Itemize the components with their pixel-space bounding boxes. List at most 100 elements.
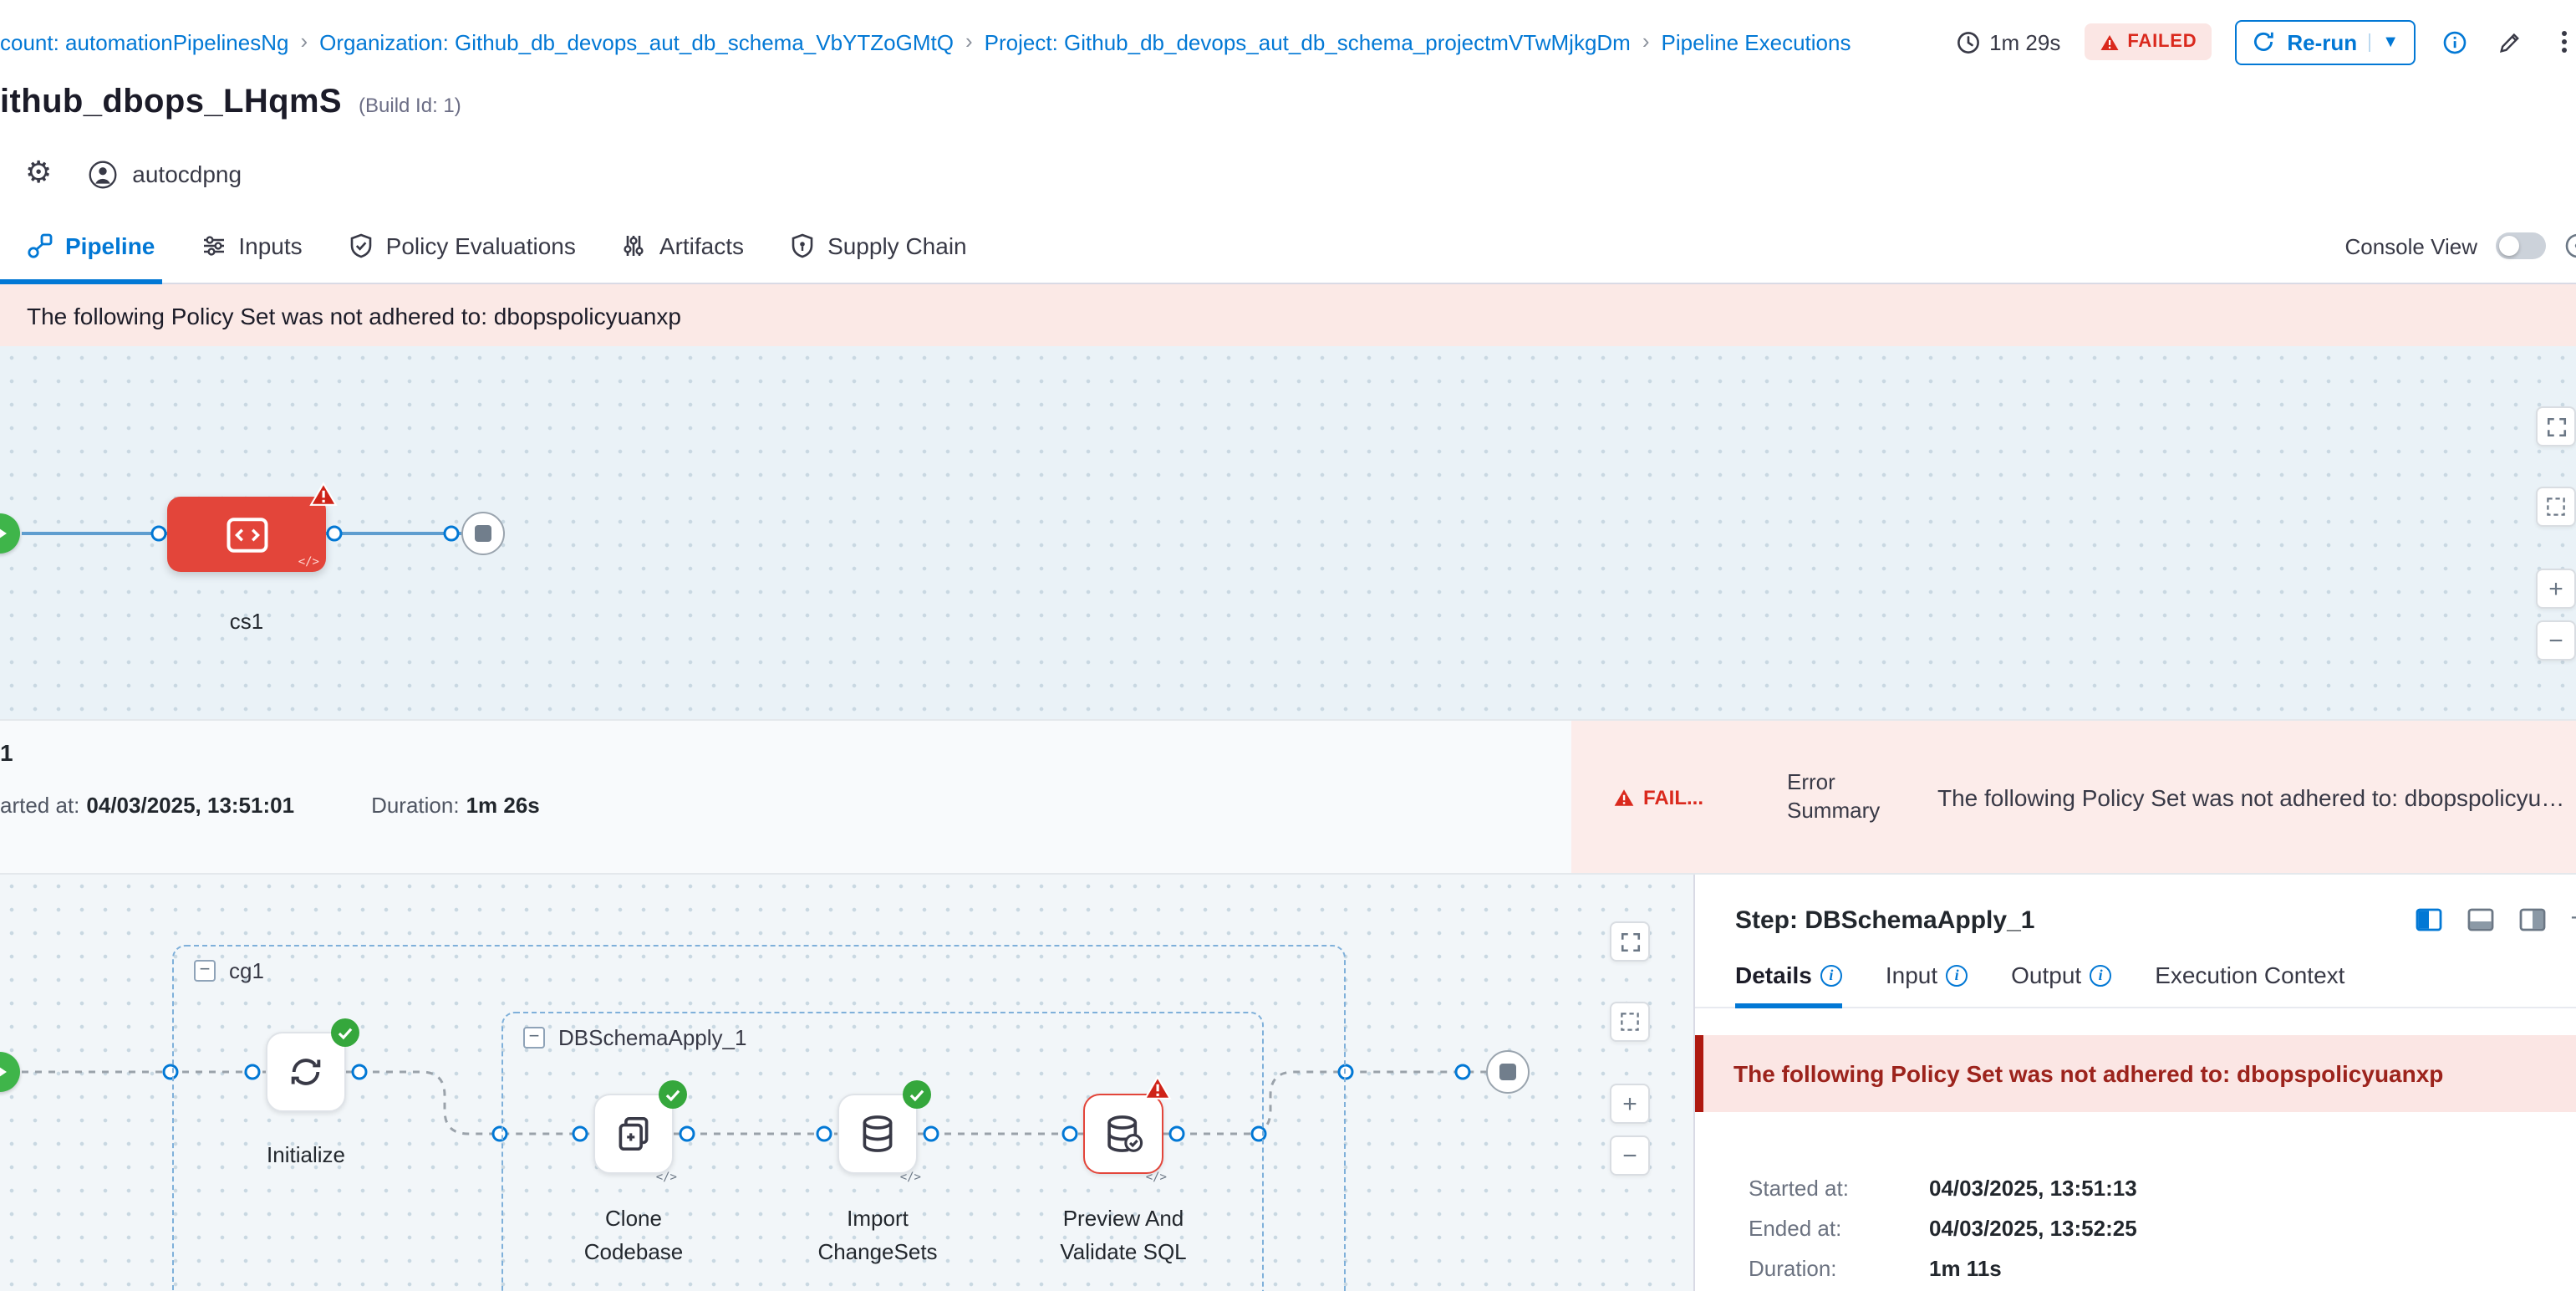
execution-canvas[interactable]: − cg1 − DBSchemaApply_1 Initialize <box>0 875 1695 1291</box>
rerun-button-label: Re-run <box>2287 29 2357 54</box>
stage-node-cs1[interactable]: </> <box>167 497 326 572</box>
minimize-panel-icon[interactable]: − <box>2570 905 2576 935</box>
sync-icon <box>284 1050 328 1094</box>
console-view-toggle[interactable] <box>2496 232 2546 259</box>
pipeline-connectors <box>0 346 2576 719</box>
policy-violation-alert: The following Policy Set was not adhered… <box>1695 1035 2576 1112</box>
more-options-button[interactable] <box>2549 25 2576 59</box>
select-region-button[interactable] <box>1610 1002 1650 1042</box>
tab-details[interactable]: Details i <box>1735 962 1842 1007</box>
stage-node-label: cs1 <box>167 605 326 638</box>
failure-warning-icon <box>1143 1075 1172 1100</box>
inputs-icon <box>200 232 227 259</box>
fullscreen-button[interactable] <box>2536 406 2576 446</box>
field-label: Ended at: <box>1749 1216 1929 1241</box>
breadcrumb-organization[interactable]: Organization: Github_db_devops_aut_db_sc… <box>319 29 954 54</box>
tab-policy-evaluations[interactable]: Policy Evaluations <box>348 209 576 283</box>
shield-icon <box>789 232 816 259</box>
select-region-button[interactable] <box>2536 487 2576 527</box>
breadcrumb-project[interactable]: Project: Github_db_devops_aut_db_schema_… <box>985 29 1631 54</box>
layout-bottom-icon[interactable] <box>2467 908 2493 931</box>
collapse-icon[interactable]: − <box>523 1027 545 1049</box>
warning-icon <box>1613 787 1635 807</box>
code-icon: </> <box>900 1171 921 1184</box>
zoom-in-button[interactable]: + <box>1610 1084 1650 1124</box>
pipeline-icon <box>27 232 53 259</box>
gear-icon[interactable]: ⚙ <box>25 159 52 189</box>
breadcrumb-pipeline-executions[interactable]: Pipeline Executions <box>1662 29 1851 54</box>
success-check-icon <box>903 1080 931 1109</box>
layout-left-icon[interactable] <box>2415 908 2441 931</box>
field-value: 1m 11s <box>1929 1256 2576 1281</box>
tab-output-label: Output <box>2011 962 2081 988</box>
chevron-right-icon: › <box>965 29 973 53</box>
zoom-out-button[interactable]: − <box>2536 620 2576 661</box>
chevron-down-icon[interactable]: ▼ <box>2369 33 2399 51</box>
step-node-import-changesets[interactable]: </> <box>837 1094 918 1174</box>
stage-name: 1 <box>0 739 1571 766</box>
app-window: count: automationPipelinesNg › Organizat… <box>0 0 2576 1291</box>
marquee-icon <box>2544 495 2568 518</box>
stop-icon <box>475 525 491 542</box>
tab-pipeline[interactable]: Pipeline <box>27 209 155 283</box>
stage-started-label: arted at: <box>0 793 79 818</box>
error-summary-text: The following Policy Set was not adhered… <box>1937 783 2576 810</box>
stage-duration-label: Duration: <box>371 793 460 818</box>
chevron-right-icon: › <box>1642 29 1650 53</box>
meta-bar: ⚙ autocdpng <box>0 139 2576 209</box>
tab-supply-chain[interactable]: Supply Chain <box>789 209 967 283</box>
fail-chip-label: FAIL... <box>1643 785 1703 809</box>
step-label-clone-codebase: Clone Codebase <box>558 1202 709 1268</box>
step-label-preview-validate-sql: Preview And Validate SQL <box>1036 1202 1210 1268</box>
help-icon[interactable] <box>2564 232 2576 259</box>
collapse-icon[interactable]: − <box>194 960 216 982</box>
step-group-cg1-header: − cg1 <box>194 958 264 983</box>
execution-duration: 1m 29s <box>1956 29 2060 54</box>
tab-artifacts[interactable]: Artifacts <box>621 209 744 283</box>
step-details-panel: Step: DBSchemaApply_1 − Details i Input … <box>1695 875 2576 1291</box>
clock-icon <box>1956 29 1981 54</box>
details-tabs: Details i Input i Output i Execution Con… <box>1695 952 2576 1008</box>
chevron-right-icon: › <box>300 29 308 53</box>
details-header: Step: DBSchemaApply_1 − <box>1695 875 2576 952</box>
execution-end-node <box>1486 1050 1530 1094</box>
status-badge-label: FAILED <box>2127 32 2197 52</box>
step-node-preview-validate-sql[interactable]: </> <box>1083 1094 1163 1174</box>
tab-output[interactable]: Output i <box>2011 962 2111 1007</box>
field-value: 04/03/2025, 13:52:25 <box>1929 1216 2576 1241</box>
breadcrumb-account[interactable]: count: automationPipelinesNg <box>0 29 288 54</box>
trigger-user: autocdpng <box>132 161 242 187</box>
stage-warning-icon <box>309 482 338 507</box>
success-check-icon <box>331 1018 359 1047</box>
tab-execution-context-label: Execution Context <box>2155 962 2344 988</box>
pipeline-canvas[interactable]: </> cs1 + − <box>0 346 2576 719</box>
step-node-clone-codebase[interactable]: </> <box>593 1094 674 1174</box>
code-icon: </> <box>1146 1171 1167 1184</box>
tab-execution-context[interactable]: Execution Context <box>2155 962 2344 1007</box>
tab-input[interactable]: Input i <box>1886 962 1968 1007</box>
fullscreen-icon <box>1619 931 1641 952</box>
rerun-button[interactable]: Re-run ▼ <box>2235 19 2416 64</box>
fullscreen-icon <box>2545 416 2567 437</box>
code-icon: </> <box>656 1171 677 1184</box>
tab-inputs[interactable]: Inputs <box>200 209 302 283</box>
step-group-cg1-label: cg1 <box>229 958 264 983</box>
info-icon: i <box>1946 964 1968 986</box>
info-icon <box>2442 29 2467 54</box>
execution-canvas-controls: + − <box>1610 921 1650 1176</box>
tab-artifacts-label: Artifacts <box>659 232 744 259</box>
zoom-in-button[interactable]: + <box>2536 569 2576 609</box>
stop-icon <box>1499 1064 1516 1080</box>
stage-started: arted at:04/03/2025, 13:51:01 <box>0 793 294 818</box>
field-value: 04/03/2025, 13:51:13 <box>1929 1176 2576 1201</box>
tab-policy-evaluations-label: Policy Evaluations <box>386 232 576 259</box>
layout-right-icon[interactable] <box>2518 908 2545 931</box>
topbar-actions: 1m 29s FAILED Re-run ▼ <box>1956 19 2563 64</box>
info-button[interactable] <box>2439 26 2471 58</box>
step-group-dbschemaapply-label: DBSchemaApply_1 <box>558 1025 746 1050</box>
step-node-initialize[interactable] <box>266 1032 346 1112</box>
fullscreen-button[interactable] <box>1610 921 1650 962</box>
artifacts-icon <box>621 232 648 259</box>
zoom-out-button[interactable]: − <box>1610 1135 1650 1176</box>
edit-button[interactable] <box>2494 26 2526 58</box>
